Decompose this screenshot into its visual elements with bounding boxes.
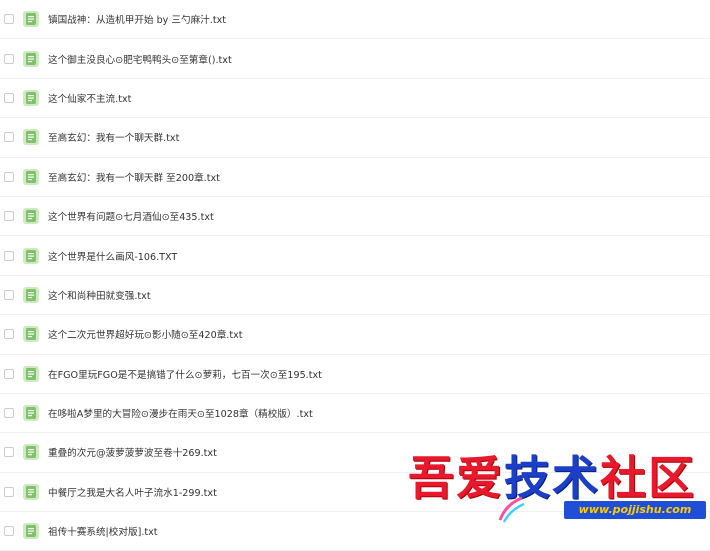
txt-file-icon (23, 286, 39, 303)
file-row[interactable]: 镇国战神：从造机甲开始 by 三勺麻汁.txt (0, 0, 710, 40)
txt-file-icon (23, 405, 39, 422)
txt-file-icon (23, 11, 39, 28)
file-row[interactable]: 这个世界有问题⊙七月酒仙⊙至435.txt (0, 197, 710, 237)
txt-file-icon (23, 129, 39, 146)
txt-file-icon (23, 50, 39, 67)
row-checkbox[interactable] (4, 132, 14, 143)
row-checkbox[interactable] (4, 92, 14, 103)
file-name[interactable]: 至高玄幻：我有一个聊天群 至200章.txt (48, 170, 220, 184)
file-row[interactable]: 这个和尚种田就变强.txt (0, 276, 710, 316)
file-row[interactable]: 这个仙家不主流.txt (0, 79, 710, 119)
file-name[interactable]: 中餐厅之我是大名人叶子流水1-299.txt (48, 485, 217, 499)
row-checkbox[interactable] (4, 526, 14, 537)
file-row[interactable]: 至高玄幻：我有一个聊天群 至200章.txt (0, 158, 710, 197)
row-checkbox[interactable] (4, 14, 14, 25)
watermark-text-red-2: 社区 (600, 451, 696, 505)
file-name[interactable]: 这个御主没良心⊙肥宅鸭鸭头⊙至第章().txt (48, 52, 232, 66)
file-name[interactable]: 在哆啦A梦里的大冒险⊙漫步在雨天⊙至1028章（精校版）.txt (48, 406, 313, 420)
file-name[interactable]: 这个仙家不主流.txt (48, 91, 131, 105)
txt-file-icon (23, 208, 39, 225)
file-name[interactable]: 这个和尚种田就变强.txt (48, 288, 151, 302)
row-checkbox[interactable] (4, 408, 14, 419)
row-checkbox[interactable] (4, 329, 14, 340)
watermark-logo: 吾爱技术社区 www.pojjishu.com (408, 452, 708, 532)
file-name[interactable]: 这个二次元世界超好玩⊙影小随⊙至420章.txt (48, 327, 243, 341)
txt-file-icon (23, 326, 39, 343)
file-row[interactable]: 在哆啦A梦里的大冒险⊙漫步在雨天⊙至1028章（精校版）.txt (0, 394, 710, 434)
txt-file-icon (23, 247, 39, 264)
file-name[interactable]: 至高玄幻：我有一个聊天群.txt (48, 130, 179, 144)
txt-file-icon (23, 89, 39, 106)
watermark-url: www.pojjishu.com (564, 501, 706, 519)
row-checkbox[interactable] (4, 447, 14, 458)
file-row[interactable]: 至高玄幻：我有一个聊天群.txt (0, 118, 710, 158)
file-name[interactable]: 重叠的次元@菠萝菠萝波至卷十269.txt (48, 445, 217, 459)
file-name[interactable]: 祖传十赛系统|校对版].txt (48, 524, 158, 538)
row-checkbox[interactable] (4, 211, 14, 222)
txt-file-icon (23, 444, 39, 461)
file-row[interactable]: 这个御主没良心⊙肥宅鸭鸭头⊙至第章().txt (0, 39, 710, 79)
row-checkbox[interactable] (4, 289, 14, 300)
row-checkbox[interactable] (4, 171, 14, 182)
file-name[interactable]: 镇国战神：从造机甲开始 by 三勺麻汁.txt (48, 12, 226, 26)
watermark-title: 吾爱技术社区 (408, 452, 696, 504)
txt-file-icon (23, 168, 39, 185)
file-name[interactable]: 这个世界有问题⊙七月酒仙⊙至435.txt (48, 209, 214, 223)
row-checkbox[interactable] (4, 486, 14, 497)
file-row[interactable]: 在FGO里玩FGO是不是搞错了什么⊙萝莉，七百一次⊙至195.txt (0, 355, 710, 394)
watermark-text-red: 吾爱 (408, 451, 504, 505)
row-checkbox[interactable] (4, 250, 14, 261)
file-name[interactable]: 在FGO里玩FGO是不是搞错了什么⊙萝莉，七百一次⊙至195.txt (48, 367, 322, 381)
txt-file-icon (23, 523, 39, 540)
file-row[interactable]: 这个世界是什么画风-106.TXT (0, 236, 710, 276)
row-checkbox[interactable] (4, 368, 14, 379)
txt-file-icon (23, 483, 39, 500)
file-name[interactable]: 这个世界是什么画风-106.TXT (48, 249, 177, 263)
row-checkbox[interactable] (4, 53, 14, 64)
txt-file-icon (23, 365, 39, 382)
swoosh-icon (498, 496, 525, 523)
file-row[interactable]: 这个二次元世界超好玩⊙影小随⊙至420章.txt (0, 315, 710, 355)
